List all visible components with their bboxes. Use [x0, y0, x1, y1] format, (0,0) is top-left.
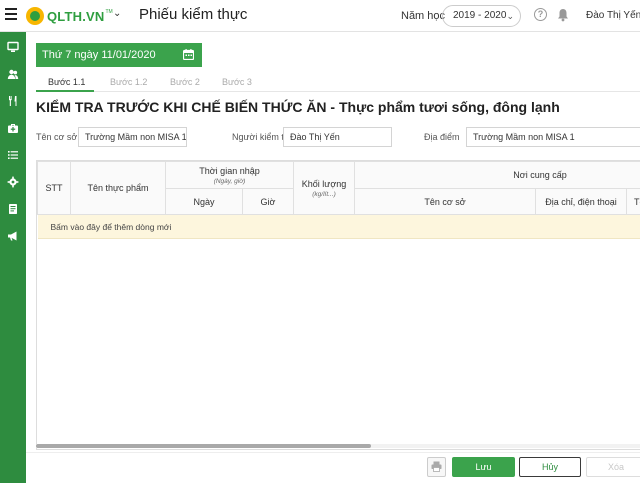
monitor-icon: [7, 41, 19, 52]
section-title: KIỂM TRA TRƯỚC KHI CHẾ BIẾN THỨC ĂN - Th…: [36, 99, 560, 115]
col-header-supplier-name: Tên cơ sở: [354, 188, 537, 215]
tab-step-1-1[interactable]: Bước 1.1: [48, 77, 85, 87]
user-name[interactable]: Đào Thị Yến: [586, 10, 640, 21]
col-header-deliverer: Tên người giao hàng: [626, 188, 640, 215]
printer-icon: [431, 461, 442, 472]
sidebar-item-meals[interactable]: [0, 90, 26, 112]
logo-mark-icon: [26, 7, 44, 25]
date-text: Thứ 7 ngày 11/01/2020: [42, 49, 156, 61]
date-picker-button[interactable]: Thứ 7 ngày 11/01/2020: [36, 43, 202, 67]
tab-step-1-2[interactable]: Bước 1.2: [110, 77, 147, 87]
scrollbar-thumb[interactable]: [36, 444, 371, 448]
col-header-food: Tên thực phẩm: [70, 161, 166, 215]
col-header-weight-sub: (kg/lít...): [312, 190, 336, 198]
sidebar-item-health[interactable]: [0, 117, 26, 139]
megaphone-icon: [8, 231, 17, 241]
sidebar-item-reports[interactable]: [0, 198, 26, 220]
gear-icon: [7, 176, 19, 188]
col-header-time: Thời gian nhập (Ngày, giờ): [164, 161, 295, 189]
col-header-address: Địa chỉ, điện thoại: [535, 188, 628, 215]
location-input[interactable]: Trường Mầm non MISA 1: [466, 127, 640, 147]
tab-step-2[interactable]: Bước 2: [170, 77, 200, 87]
print-button[interactable]: [427, 457, 446, 477]
chevron-down-icon: ⌄: [506, 11, 514, 21]
calendar-icon: [183, 49, 194, 60]
school-year-select[interactable]: 2019 - 2020 ⌄: [442, 5, 521, 27]
sidebar: [0, 32, 26, 483]
facility-input[interactable]: Trường Mầm non MISA 1: [78, 127, 187, 147]
add-row-link[interactable]: Bấm vào đây để thêm dòng mới: [37, 214, 640, 239]
sidebar-item-list[interactable]: [0, 144, 26, 166]
facility-label: Tên cơ sở: [36, 132, 78, 142]
tab-step-3[interactable]: Bước 3: [222, 77, 252, 87]
col-header-time-label: Thời gian nhập: [199, 165, 260, 176]
inspector-input[interactable]: Đào Thị Yến: [283, 127, 392, 147]
help-icon[interactable]: ?: [534, 8, 547, 21]
col-header-supplier: Nơi cung cấp: [354, 161, 640, 189]
col-header-weight-label: Khối lượng: [301, 178, 347, 189]
logo-trademark: TM: [105, 9, 113, 15]
top-bar: QLTH.VN TM ⌄ Phiếu kiểm thực Năm học 201…: [0, 0, 640, 32]
sidebar-item-users[interactable]: [0, 63, 26, 85]
users-icon: [7, 69, 19, 79]
location-label: Địa điểm: [424, 132, 460, 142]
list-icon: [8, 151, 18, 159]
logo-text: QLTH.VN: [47, 8, 105, 24]
hamburger-menu-icon[interactable]: [5, 8, 17, 22]
add-row[interactable]: Bấm vào đây để thêm dòng mới: [37, 214, 640, 239]
chevron-down-icon[interactable]: ⌄: [113, 8, 121, 19]
footer-divider: [26, 452, 640, 453]
sidebar-item-settings[interactable]: [0, 171, 26, 193]
school-year-label: Năm học: [401, 10, 446, 22]
col-header-hour: Giờ: [241, 188, 295, 215]
utensils-icon: [9, 96, 17, 106]
col-header-date: Ngày: [165, 188, 243, 215]
col-header-weight: Khối lượng (kg/lít...): [293, 161, 356, 215]
active-tab-indicator: [36, 90, 94, 92]
school-year-value: 2019 - 2020: [453, 10, 507, 21]
document-icon: [9, 204, 17, 214]
bell-icon[interactable]: [557, 8, 569, 22]
app-logo[interactable]: QLTH.VN TM: [26, 7, 113, 25]
cancel-button[interactable]: Hủy: [519, 457, 581, 477]
tabs-divider: [36, 91, 640, 92]
page-title: Phiếu kiểm thực: [139, 6, 248, 23]
save-button[interactable]: Lưu: [452, 457, 515, 477]
col-header-stt: STT: [37, 161, 71, 215]
horizontal-scrollbar[interactable]: [36, 444, 640, 448]
col-header-time-sub: (Ngày, giờ): [213, 177, 246, 185]
delete-button[interactable]: Xóa: [586, 457, 640, 477]
sidebar-item-dashboard[interactable]: [0, 36, 26, 58]
food-table: STT Tên thực phẩm Thời gian nhập (Ngày, …: [36, 160, 640, 450]
sidebar-item-announcements[interactable]: [0, 225, 26, 247]
medkit-icon: [8, 124, 18, 133]
